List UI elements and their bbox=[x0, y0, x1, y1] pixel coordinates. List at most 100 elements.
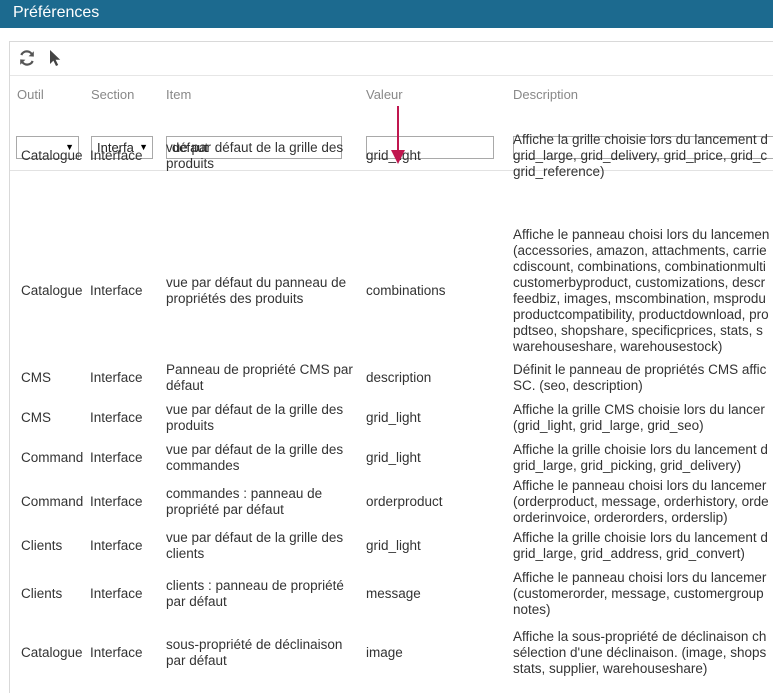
cell-section-text: Interface bbox=[90, 370, 143, 385]
cell-item: sous-propriété de déclinaison par défaut bbox=[166, 623, 361, 683]
description-line: grid_reference) bbox=[513, 164, 605, 179]
cell-item-text: vue par défaut de la grille des commande… bbox=[166, 442, 344, 473]
cell-outil: CMS bbox=[21, 359, 93, 397]
cell-item-text: vue par défaut de la grille des produits bbox=[166, 402, 344, 433]
cell-description: Affiche la grille choisie lors du lancem… bbox=[513, 131, 773, 181]
table-row[interactable]: Clients Interface clients : panneau de pro… bbox=[10, 567, 773, 621]
description-line: productcompatibility, productdownload, p… bbox=[513, 307, 769, 322]
cell-valeur: message bbox=[366, 567, 506, 621]
cell-item: vue par défaut de la grille des produits bbox=[166, 399, 361, 437]
cell-section: Interface bbox=[90, 567, 168, 621]
cell-item: clients : panneau de propriété par défau… bbox=[166, 567, 361, 621]
cell-valeur: combinations bbox=[366, 227, 506, 355]
cell-outil-text: CMS bbox=[21, 370, 51, 385]
cell-outil: Command bbox=[21, 439, 93, 477]
cell-outil: Clients bbox=[21, 567, 93, 621]
cell-item: Panneau de propriété CMS par défaut bbox=[166, 359, 361, 397]
cell-section: Interface bbox=[90, 399, 168, 437]
cell-valeur-text: orderproduct bbox=[366, 494, 443, 509]
cell-item: vue par défaut de la grille des produits bbox=[166, 131, 361, 181]
cell-section-text: Interface bbox=[90, 538, 143, 553]
cell-valeur: description bbox=[366, 359, 506, 397]
column-header-outil: Outil bbox=[17, 87, 44, 102]
description-line: grid_large, grid_delivery, grid_price, g… bbox=[513, 148, 768, 163]
column-header-description: Description bbox=[513, 87, 579, 102]
description-line: (customerorder, message, customergroup bbox=[513, 586, 764, 601]
column-header-item: Item bbox=[166, 87, 192, 102]
cell-valeur-text: grid_light bbox=[366, 538, 421, 553]
description-line: Affiche la sous-propriété de déclinaison… bbox=[513, 629, 767, 644]
cell-section: Interface bbox=[90, 439, 168, 477]
cell-outil-text: Clients bbox=[21, 586, 63, 601]
description-line: orderinvoice, orderorders, orderslip) bbox=[513, 510, 728, 525]
description-line: grid_large, grid_address, grid_convert) bbox=[513, 546, 745, 561]
cell-section-text: Interface bbox=[90, 450, 143, 465]
description-line: Affiche la grille choisie lors du lancem… bbox=[513, 442, 768, 457]
table-row[interactable]: Catalogue Interface vue par défaut du pann… bbox=[10, 227, 773, 355]
column-header-valeur: Valeur bbox=[366, 87, 403, 102]
cell-outil: CMS bbox=[21, 399, 93, 437]
cell-outil: Command bbox=[21, 479, 93, 525]
refresh-button[interactable] bbox=[16, 47, 38, 69]
description-line: (accessories, amazon, attachments, carri… bbox=[513, 243, 767, 258]
cell-section-text: Interface bbox=[90, 283, 143, 298]
cell-description: Affiche le panneau choisi lors du lancem… bbox=[513, 479, 773, 525]
cell-item: vue par défaut de la grille des commande… bbox=[166, 439, 361, 477]
cell-section-text: Interface bbox=[90, 494, 143, 509]
cell-item-text: clients : panneau de propriété par défau… bbox=[166, 578, 344, 609]
description-line: sélection d'une déclinaison. (image, sho… bbox=[513, 645, 767, 660]
description-line: Affiche le panneau choisi lors du lancem… bbox=[513, 227, 770, 242]
table-row[interactable]: Command Interface commandes : panneau de p… bbox=[10, 479, 773, 525]
cell-section: Interface bbox=[90, 527, 168, 565]
toolbar bbox=[10, 42, 773, 76]
table-row[interactable]: CMS Interface vue par défaut de la grille … bbox=[10, 399, 773, 437]
description-line: feedbiz, images, mscombination, msprodu bbox=[513, 291, 766, 306]
cell-outil: Catalogue bbox=[21, 227, 93, 355]
description-line: Affiche le panneau choisi lors du lancem… bbox=[513, 570, 767, 585]
cell-section: Interface bbox=[90, 479, 168, 525]
cell-description: Affiche la grille choisie lors du lancem… bbox=[513, 527, 773, 565]
cell-valeur: grid_light bbox=[366, 131, 506, 181]
table-row[interactable]: Clients Interface vue par défaut de la gri… bbox=[10, 527, 773, 565]
description-line: grid_large, grid_picking, grid_delivery) bbox=[513, 458, 742, 473]
cell-outil: Catalogue bbox=[21, 623, 93, 683]
cell-section-text: Interface bbox=[90, 586, 143, 601]
cell-item: vue par défaut de la grille des clients bbox=[166, 527, 361, 565]
cell-outil-text: CMS bbox=[21, 410, 51, 425]
cell-section: Interface bbox=[90, 623, 168, 683]
cell-outil-text: Catalogue bbox=[21, 645, 83, 660]
cell-valeur-text: grid_light bbox=[366, 450, 421, 465]
cell-description: Affiche la grille CMS choisie lors du la… bbox=[513, 399, 773, 437]
cell-item-text: sous-propriété de déclinaison par défaut bbox=[166, 637, 343, 668]
cell-section: Interface bbox=[90, 131, 168, 181]
cell-description: Affiche le panneau choisi lors du lancem… bbox=[513, 567, 773, 621]
cell-item-text: vue par défaut du panneau de propriétés … bbox=[166, 275, 347, 306]
cell-outil: Catalogue bbox=[21, 131, 93, 181]
cell-valeur: grid_light bbox=[366, 527, 506, 565]
description-line: pdtseo, shopshare, specificprices, stats… bbox=[513, 323, 763, 338]
description-line: SC. (seo, description) bbox=[513, 378, 643, 393]
description-line: Affiche la grille choisie lors du lancem… bbox=[513, 132, 768, 147]
cell-valeur-text: message bbox=[366, 586, 421, 601]
description-line: Définit le panneau de propriétés CMS aff… bbox=[513, 362, 767, 377]
cell-valeur-text: description bbox=[366, 370, 432, 385]
select-button[interactable] bbox=[44, 47, 66, 69]
cell-description: Affiche la grille choisie lors du lancem… bbox=[513, 439, 773, 477]
table-row[interactable]: Catalogue Interface sous-propriété de décl… bbox=[10, 623, 773, 683]
cell-item: vue par défaut du panneau de propriétés … bbox=[166, 227, 361, 355]
cell-item: commandes : panneau de propriété par déf… bbox=[166, 479, 361, 525]
cell-section: Interface bbox=[90, 359, 168, 397]
cell-item-text: vue par défaut de la grille des clients bbox=[166, 530, 344, 561]
cell-description: Définit le panneau de propriétés CMS aff… bbox=[513, 359, 773, 397]
table-row[interactable]: CMS Interface Panneau de propriété CMS par… bbox=[10, 359, 773, 397]
description-line: customerbyproduct, customizations, descr bbox=[513, 275, 766, 290]
cell-outil-text: Catalogue bbox=[21, 283, 83, 298]
cell-outil: Clients bbox=[21, 527, 93, 565]
cell-section: Interface bbox=[90, 227, 168, 355]
table-row[interactable]: Command Interface vue par défaut de la gri… bbox=[10, 439, 773, 477]
cell-valeur-text: combinations bbox=[366, 283, 446, 298]
description-line: (grid_light, grid_large, grid_seo) bbox=[513, 418, 704, 433]
cell-valeur: orderproduct bbox=[366, 479, 506, 525]
cell-valeur: image bbox=[366, 623, 506, 683]
annotation-arrow bbox=[391, 106, 405, 164]
